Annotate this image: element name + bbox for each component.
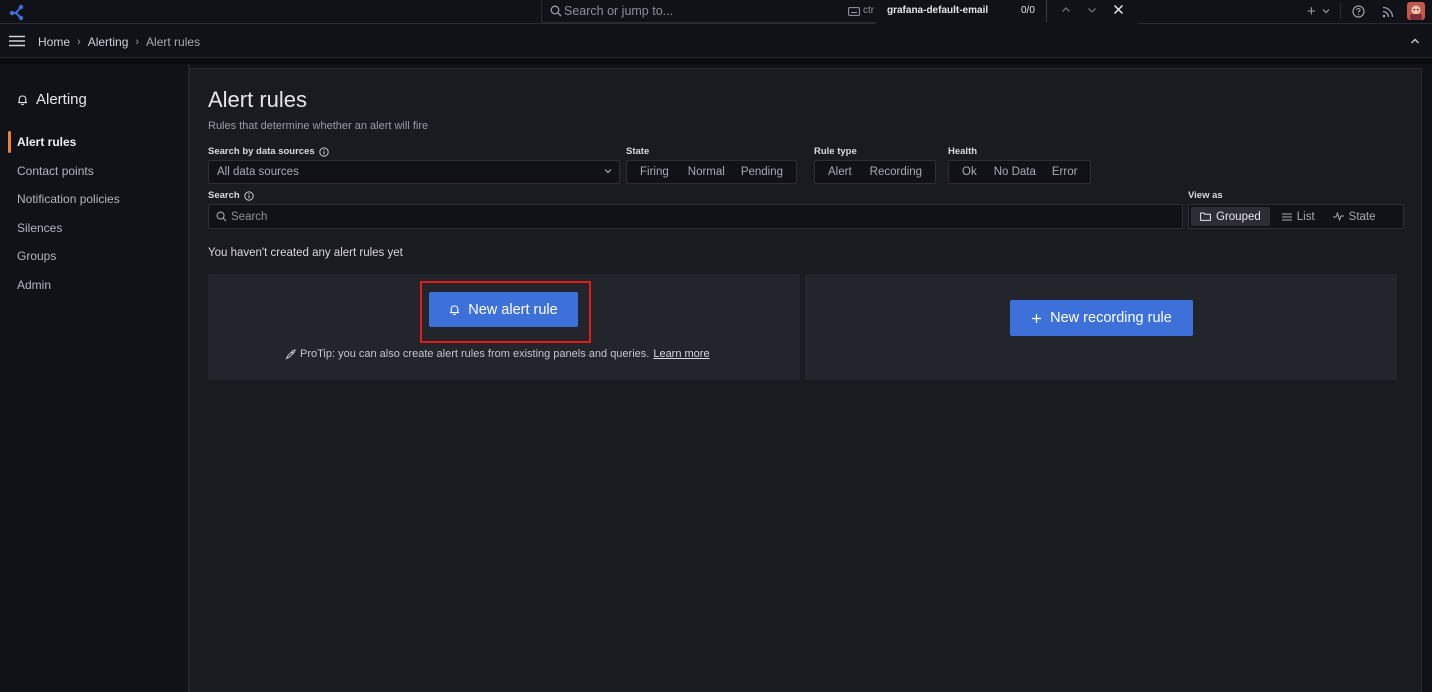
rule-type-option-alert[interactable]: Alert [815,161,859,183]
health-filter-group: Ok No Data Error [948,160,1092,184]
find-input[interactable]: grafana-default-email [887,5,988,16]
state-option-firing[interactable]: Firing [627,161,676,183]
chevron-down-icon [604,168,612,174]
find-count: 0/0 [1021,5,1035,16]
new-alert-rule-card: New alert rule ProTip: you can also crea… [208,274,800,380]
top-bar: Search or jump to... ctr grafana-default… [0,0,1432,25]
datasource-filter-label-text: Search by data sources [208,146,315,157]
search-icon [216,211,227,222]
datasource-select-value: All data sources [217,166,299,178]
new-recording-rule-card: New recording rule [805,274,1397,380]
state-filter-group: Firing Normal Pending [626,160,798,184]
sidebar-title-label: Alerting [36,91,87,108]
chevron-down-icon[interactable] [1322,8,1330,14]
bell-icon [17,94,28,106]
search-label: Search [208,190,254,201]
learn-more-link[interactable]: Learn more [653,348,709,360]
rule-search-input[interactable]: Search [208,204,1183,229]
close-icon[interactable] [1113,4,1124,15]
info-icon[interactable] [244,190,254,201]
new-recording-rule-button[interactable]: New recording rule [1010,300,1193,336]
protip-text: ProTip: you can also create alert rules … [300,348,650,360]
view-option-state-label: State [1348,210,1376,223]
health-option-ok[interactable]: Ok [949,161,984,183]
sidebar-item-groups[interactable]: Groups [8,244,188,268]
folder-icon [1200,212,1211,221]
view-option-state[interactable]: State [1324,207,1385,226]
chevron-up-icon[interactable] [1410,37,1420,45]
view-as-label: View as [1188,190,1223,201]
user-avatar[interactable] [1407,2,1425,20]
header-shadow [0,58,1432,64]
breadcrumb-home[interactable]: Home [38,35,70,49]
breadcrumb-bar: Home › Alerting › Alert rules [0,25,1432,58]
new-alert-rule-button[interactable]: New alert rule [429,292,578,327]
heartbeat-icon [1332,212,1344,221]
rocket-icon [285,348,296,360]
breadcrumb-alert-rules: Alert rules [146,35,201,49]
add-new-button[interactable]: + [1307,3,1316,20]
empty-state-message: You haven't created any alert rules yet [208,247,403,259]
rule-type-option-recording[interactable]: Recording [859,161,935,183]
main-panel: Alert rules Rules that determine whether… [189,68,1422,692]
info-icon[interactable] [319,146,329,157]
rss-icon[interactable] [1382,6,1394,18]
list-icon [1281,213,1292,221]
chevron-up-icon[interactable] [1061,5,1071,15]
rule-type-filter-group: Alert Recording [814,160,937,184]
view-option-grouped[interactable]: Grouped [1191,207,1270,226]
search-shortcut: ctr [863,5,875,16]
view-option-list[interactable]: List [1273,207,1324,226]
datasource-select[interactable]: All data sources [208,160,620,184]
divider [1046,0,1047,22]
health-option-error[interactable]: Error [1043,161,1091,183]
breadcrumb: Home › Alerting › Alert rules [38,35,200,49]
divider [1340,3,1341,19]
help-icon[interactable] [1352,5,1365,18]
grafana-logo-icon[interactable] [7,3,26,21]
bell-icon [449,304,460,316]
state-option-pending[interactable]: Pending [732,161,796,183]
sidebar-item-admin[interactable]: Admin [8,273,188,297]
page-subtitle: Rules that determine whether an alert wi… [208,120,429,132]
protip: ProTip: you can also create alert rules … [285,348,710,360]
health-filter-label: Health [948,146,978,157]
new-recording-rule-label: New recording rule [1050,310,1172,326]
new-alert-rule-label: New alert rule [468,301,558,318]
search-label-text: Search [208,190,240,201]
sidebar-item-contact-points[interactable]: Contact points [8,159,188,183]
breadcrumb-separator: › [135,36,140,48]
datasource-filter-label: Search by data sources [208,146,329,157]
page-title: Alert rules [208,87,308,112]
view-option-list-label: List [1296,210,1315,223]
keyboard-icon [848,7,860,16]
menu-icon[interactable] [9,35,25,47]
sidebar: Alerting Alert rules Contact points Noti… [0,64,189,692]
rule-search-placeholder: Search [231,211,268,223]
plus-icon [1031,313,1042,324]
sidebar-item-alert-rules[interactable]: Alert rules [8,130,188,154]
breadcrumb-alerting[interactable]: Alerting [88,35,129,49]
search-placeholder: Search or jump to... [564,4,674,18]
find-bar: grafana-default-email 0/0 [876,0,1138,25]
state-option-normal[interactable]: Normal [676,161,732,183]
view-as-toggle: Grouped List State [1188,204,1404,229]
global-search-input[interactable]: Search or jump to... ctr [541,0,877,23]
breadcrumb-separator: › [77,36,81,48]
sidebar-title: Alerting [17,91,87,108]
health-option-no-data[interactable]: No Data [984,161,1043,183]
sidebar-item-notification-policies[interactable]: Notification policies [8,187,188,211]
add-icon: + [1307,3,1316,20]
view-option-grouped-label: Grouped [1216,210,1261,223]
chevron-down-icon[interactable] [1087,5,1097,15]
state-filter-label: State [626,146,650,157]
sidebar-item-silences[interactable]: Silences [8,216,188,240]
search-icon [550,5,562,17]
rule-type-filter-label: Rule type [814,146,857,157]
